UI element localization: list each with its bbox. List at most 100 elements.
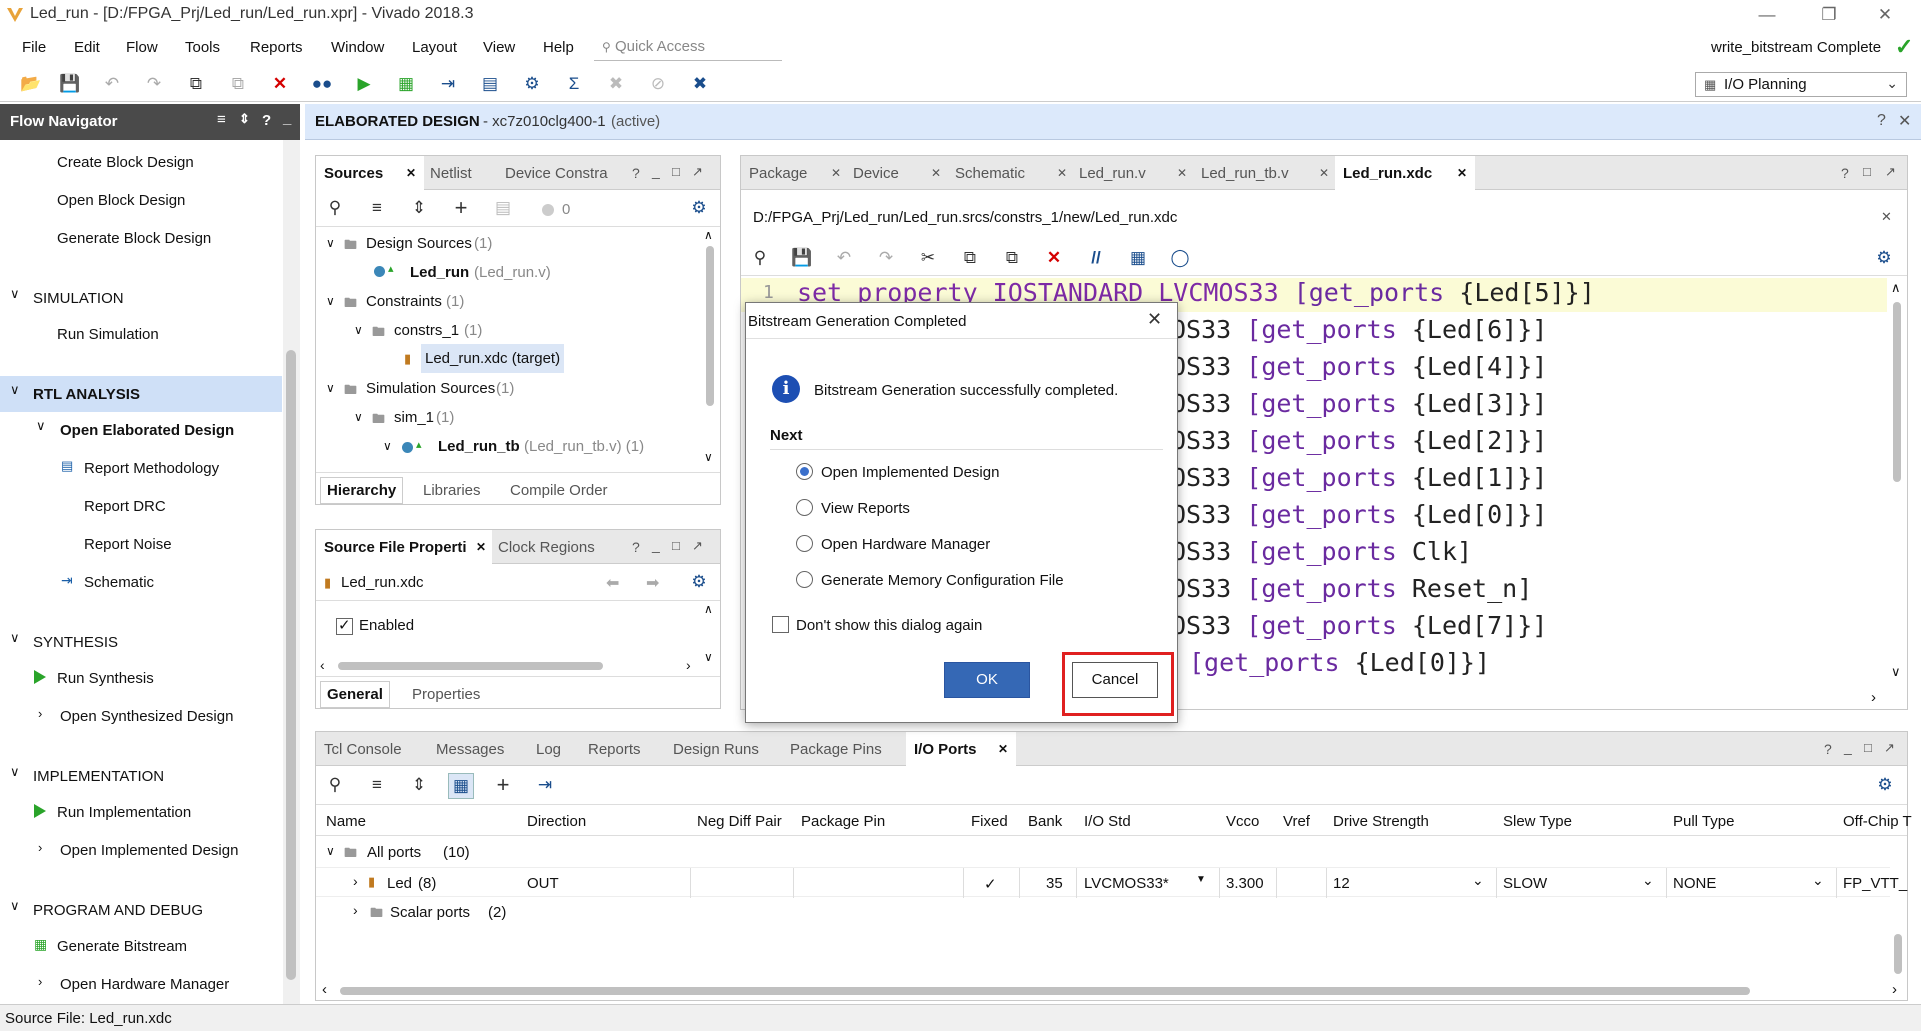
chevron-down-icon[interactable]: ∨ (354, 323, 363, 337)
radio-open-implemented[interactable] (796, 463, 813, 480)
fn-section-synthesis[interactable]: SYNTHESIS (33, 634, 118, 651)
restore-icon[interactable]: ❐ (1806, 2, 1852, 28)
scroll-down-icon[interactable]: ∨ (1891, 664, 1901, 680)
chevron-right-icon[interactable]: › (38, 974, 42, 989)
minimize-panel-icon[interactable]: _ (652, 163, 660, 179)
menu-help[interactable]: Help (543, 39, 574, 56)
table-row[interactable]: › 🖿 Scalar ports (2) (316, 897, 1890, 927)
chevron-right-icon[interactable]: › (38, 706, 42, 721)
fn-report-methodology[interactable]: Report Methodology (84, 460, 219, 477)
redo-icon[interactable]: ↷ (875, 248, 897, 270)
scroll-right-icon[interactable]: › (686, 657, 691, 673)
report-icon[interactable]: ▤ (479, 73, 501, 95)
col-name[interactable]: Name (326, 813, 366, 830)
expand-all-icon[interactable]: ⇕ (408, 198, 430, 220)
chevron-right-icon[interactable]: › (38, 840, 42, 855)
expand-all-icon[interactable]: ⇕ (408, 775, 430, 797)
editor-scrollbar-v[interactable]: ∧ ∨ (1887, 278, 1907, 688)
maximize-icon[interactable]: □ (672, 164, 680, 179)
open-project-icon[interactable]: 📂 (20, 73, 42, 95)
dont-show-checkbox[interactable] (772, 616, 789, 633)
delete-icon[interactable]: ✕ (269, 73, 291, 95)
chevron-down-icon[interactable]: ∨ (10, 898, 20, 914)
settings-icon[interactable]: ⚙ (521, 73, 543, 95)
chevron-down-icon[interactable]: ∨ (10, 286, 20, 302)
chevron-down-icon[interactable]: ∨ (354, 410, 363, 424)
close-icon[interactable]: ✕ (1319, 166, 1329, 180)
disabled-tool-icon[interactable]: ✖ (605, 73, 627, 95)
fn-open-synthesized-design[interactable]: Open Synthesized Design (60, 708, 233, 725)
paste-icon[interactable]: ⧉ (227, 73, 249, 95)
tab-hierarchy[interactable]: Hierarchy (320, 477, 404, 504)
disabled-doc-icon[interactable]: ▤ (492, 198, 514, 220)
dropdown-arrow-icon[interactable]: ▼ (1196, 874, 1206, 885)
undo-icon[interactable]: ↶ (833, 248, 855, 270)
row-led-fixed[interactable]: ✓ (984, 875, 997, 893)
chevron-down-icon[interactable]: ∨ (10, 630, 20, 646)
delete-icon[interactable]: ✕ (1043, 248, 1065, 270)
tab-device[interactable]: Device ✕ (845, 156, 945, 190)
scroll-up-icon[interactable]: ∧ (704, 228, 713, 242)
tree-sim-1[interactable]: sim_1 (394, 409, 434, 426)
scroll-down-icon[interactable]: ∨ (704, 650, 713, 664)
float-icon[interactable]: ↗ (1885, 164, 1896, 180)
fn-generate-bitstream[interactable]: Generate Bitstream (57, 938, 187, 955)
option-open-hardware[interactable]: Open Hardware Manager (821, 536, 990, 553)
help-icon[interactable]: ? (1841, 165, 1849, 181)
tab-compile-order[interactable]: Compile Order (510, 482, 608, 499)
chevron-down-icon[interactable]: ∨ (326, 381, 335, 395)
flow-navigator-scrollbar[interactable] (283, 140, 300, 1004)
tab-log[interactable]: Log (536, 732, 561, 766)
col-bank[interactable]: Bank (1028, 813, 1062, 830)
minimize-panel-icon[interactable]: _ (652, 537, 660, 553)
menu-window[interactable]: Window (331, 39, 384, 56)
gear-icon[interactable]: ⚙ (1873, 248, 1895, 270)
menu-flow[interactable]: Flow (126, 39, 158, 56)
row-led-slew[interactable]: SLOW (1503, 875, 1547, 892)
menu-edit[interactable]: Edit (74, 39, 100, 56)
search-icon[interactable]: ⚲ (324, 198, 346, 220)
sources-scrollbar[interactable]: ∧ ∨ (701, 228, 719, 470)
save-icon[interactable]: 💾 (59, 73, 81, 95)
help-icon[interactable]: ? (262, 112, 271, 129)
undo-icon[interactable]: ↶ (101, 73, 123, 95)
scroll-up-icon[interactable]: ∧ (1891, 280, 1901, 296)
option-generate-memory[interactable]: Generate Memory Configuration File (821, 572, 1064, 589)
add-icon[interactable]: + (450, 197, 472, 220)
search-icon[interactable]: ⚲ (324, 775, 346, 797)
close-icon[interactable]: ✕ (831, 166, 841, 180)
float-icon[interactable]: ↗ (692, 164, 703, 180)
lightbulb-icon[interactable]: ◯ (1169, 248, 1191, 270)
col-drive-strength[interactable]: Drive Strength (1333, 813, 1429, 830)
help-icon[interactable]: ? (632, 539, 640, 555)
add-icon[interactable]: + (492, 774, 514, 797)
disabled-tool2-icon[interactable]: ⊘ (647, 73, 669, 95)
tab-clock-regions[interactable]: Clock Regions (498, 530, 595, 564)
close-icon[interactable]: ✕ (406, 166, 416, 180)
layout-selector[interactable]: ▦ I/O Planning ⌄ (1695, 72, 1907, 97)
collapse-all-icon[interactable]: ≡ (217, 111, 226, 128)
row-led-iostd[interactable]: LVCMOS33* (1084, 875, 1169, 892)
fn-open-block-design[interactable]: Open Block Design (57, 192, 185, 209)
chevron-down-icon[interactable]: ⌄ (1812, 872, 1824, 889)
option-open-implemented[interactable]: Open Implemented Design (821, 464, 999, 481)
fn-run-synthesis[interactable]: Run Synthesis (57, 670, 154, 687)
tab-netlist[interactable]: Netlist (430, 156, 472, 190)
col-direction[interactable]: Direction (527, 813, 586, 830)
program-icon[interactable]: ⇥ (437, 73, 459, 95)
fn-report-drc[interactable]: Report DRC (84, 498, 166, 515)
maximize-icon[interactable]: □ (1863, 164, 1871, 179)
maximize-icon[interactable]: □ (1864, 740, 1872, 755)
paste-icon[interactable]: ⧉ (1001, 248, 1023, 270)
chevron-down-icon[interactable]: ∨ (326, 236, 335, 250)
save-icon[interactable]: 💾 (791, 248, 813, 270)
tab-libraries[interactable]: Libraries (423, 482, 481, 499)
group-icon[interactable]: ▦ (448, 773, 474, 799)
tree-design-sources[interactable]: Design Sources (366, 235, 472, 252)
fn-run-implementation[interactable]: Run Implementation (57, 804, 191, 821)
row-led-drive[interactable]: 12 (1333, 875, 1350, 892)
tree-constraints[interactable]: Constraints (366, 293, 442, 310)
chevron-down-icon[interactable]: ∨ (10, 382, 20, 398)
maximize-icon[interactable]: □ (672, 538, 680, 553)
radio-open-hardware[interactable] (796, 535, 813, 552)
